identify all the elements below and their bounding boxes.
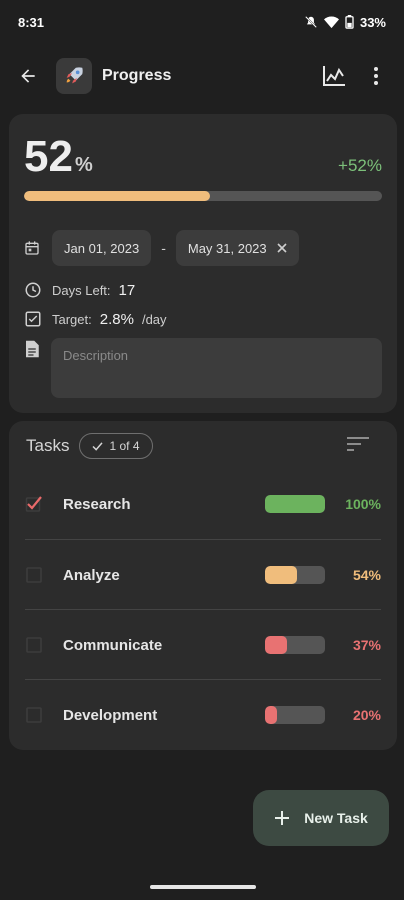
end-date-chip[interactable]: May 31, 2023	[175, 230, 299, 266]
target-row: Target: 2.8% /day	[24, 310, 167, 328]
task-percent: 100%	[345, 496, 381, 512]
task-name: Research	[63, 495, 131, 513]
progress-percent: 52%	[24, 132, 93, 181]
task-progress-bar	[265, 495, 325, 513]
tasks-count: 1 of 4	[109, 439, 140, 453]
task-row[interactable]: Research 100%	[9, 469, 397, 539]
description-input[interactable]: Description	[51, 338, 382, 398]
task-percent: 54%	[352, 567, 381, 583]
progress-delta: +52%	[338, 156, 382, 175]
checked-box-icon	[25, 496, 42, 512]
calendar-icon	[25, 241, 39, 255]
battery-percent: 33%	[359, 14, 386, 30]
progress-bar-fill	[24, 191, 211, 201]
task-progress-fill	[265, 636, 288, 654]
target-label: Target:	[52, 311, 92, 327]
clear-icon[interactable]	[277, 243, 287, 253]
app-actions	[318, 60, 392, 92]
document-icon	[26, 340, 39, 358]
task-row[interactable]: Communicate 37%	[9, 610, 397, 680]
tasks-card: Tasks 1 of 4 Research 100% Analyze 54% C…	[9, 421, 397, 750]
project-icon[interactable]	[56, 58, 92, 94]
mute-icon	[305, 16, 317, 28]
battery-icon	[345, 15, 354, 29]
task-name: Development	[63, 706, 158, 724]
task-name: Analyze	[63, 566, 120, 584]
task-progress-bar	[265, 636, 325, 654]
days-left-row: Days Left: 17	[24, 281, 135, 299]
days-left-label: Days Left:	[52, 282, 111, 298]
plus-icon	[275, 811, 290, 825]
start-date-chip[interactable]: Jan 01, 2023	[52, 230, 152, 266]
more-vert-icon	[374, 67, 378, 85]
task-checkbox[interactable]	[25, 706, 43, 724]
date-separator: -	[161, 240, 166, 256]
tasks-header: Tasks 1 of 4	[26, 431, 380, 461]
target-unit: /day	[141, 311, 167, 327]
home-handle[interactable]	[150, 885, 256, 889]
target-value: 2.8%	[99, 310, 134, 328]
end-date: May 31, 2023	[187, 240, 267, 256]
clock-icon	[25, 282, 41, 298]
task-progress-fill	[265, 706, 277, 724]
progress-card: 52% +52% Jan 01, 2023 - May 31, 2023 Day…	[9, 114, 397, 413]
back-button[interactable]	[12, 60, 44, 92]
unchecked-box-icon	[26, 567, 42, 583]
task-row[interactable]: Analyze 54%	[9, 540, 397, 610]
gesture-nav-bar	[0, 876, 404, 900]
progress-bar	[24, 191, 382, 201]
chart-icon	[323, 66, 345, 86]
unchecked-box-icon	[26, 637, 42, 653]
new-task-button[interactable]: New Task	[253, 790, 389, 846]
target-check-icon	[25, 311, 41, 327]
task-progress-bar	[265, 566, 325, 584]
start-date: Jan 01, 2023	[64, 240, 140, 256]
new-task-label: New Task	[304, 810, 368, 826]
sort-icon	[347, 436, 369, 451]
date-range: Jan 01, 2023 - May 31, 2023	[24, 230, 299, 266]
task-percent: 20%	[352, 707, 381, 723]
task-progress-fill	[265, 566, 298, 584]
page-title: Progress	[102, 67, 172, 84]
task-name: Communicate	[63, 636, 163, 654]
wifi-icon	[323, 16, 339, 28]
task-progress-fill	[265, 495, 325, 513]
status-time: 8:31	[18, 14, 45, 30]
task-checkbox[interactable]	[25, 566, 43, 584]
unchecked-box-icon	[26, 707, 42, 723]
chart-button[interactable]	[318, 60, 350, 92]
description-placeholder: Description	[63, 348, 129, 363]
task-checkbox[interactable]	[25, 636, 43, 654]
progress-summary: 52% +52%	[24, 132, 382, 182]
rocket-icon	[66, 67, 83, 84]
task-progress-bar	[265, 706, 325, 724]
tasks-count-chip[interactable]: 1 of 4	[79, 433, 153, 459]
days-left-value: 17	[118, 281, 136, 299]
more-button[interactable]	[360, 60, 392, 92]
app-bar: Progress	[0, 52, 404, 100]
sort-button[interactable]	[346, 436, 370, 457]
check-icon	[92, 441, 104, 451]
task-row[interactable]: Development 20%	[9, 680, 397, 750]
task-checkbox-checked[interactable]	[25, 495, 43, 513]
status-icons: 33%	[304, 15, 386, 30]
tasks-title: Tasks	[26, 436, 70, 455]
arrow-back-icon	[21, 69, 35, 83]
task-percent: 37%	[352, 637, 381, 653]
status-bar: 8:31 33%	[0, 0, 404, 44]
